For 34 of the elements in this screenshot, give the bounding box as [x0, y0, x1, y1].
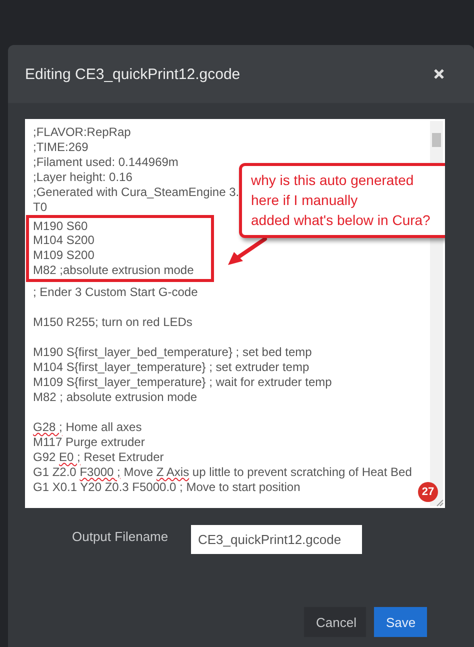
code-line: M117 Purge extruder — [33, 435, 145, 450]
code-editor[interactable] — [25, 119, 445, 508]
resize-grip-icon[interactable] — [434, 497, 444, 507]
code-line: M82 ; absolute extrusion mode — [33, 390, 198, 405]
code-line: M109 S200 — [26, 248, 214, 263]
code-line: ;TIME:269 — [33, 140, 88, 155]
code-line: M109 S{first_layer_temperature} ; wait for extruder temp — [33, 375, 332, 390]
code-line: ;FLAVOR:RepRap — [33, 125, 131, 140]
code-line: M190 S60 — [26, 215, 214, 233]
close-icon[interactable] — [434, 69, 444, 79]
field-label: Output Filename — [72, 529, 170, 544]
callout-text: here if I manually — [251, 191, 359, 210]
code-line: ; Ender 3 Custom Start G-code — [33, 285, 198, 300]
filename-field[interactable]: CE3_quickPrint12.gcode — [191, 525, 362, 554]
scroll-thumb[interactable] — [432, 133, 441, 147]
code-line: M150 R255; turn on red LEDs — [33, 315, 192, 330]
code-line: M190 S{first_layer_bed_temperature} ; set bed temp — [33, 345, 312, 360]
code-line: T0 — [33, 200, 48, 215]
callout-text: why is this auto generated — [251, 171, 415, 190]
callout-text: added what's below in Cura? — [251, 211, 432, 230]
code-line: ;Filament used: 0.144969m — [33, 155, 178, 170]
cancel-button[interactable]: Cancel — [304, 607, 366, 637]
code-line: ;Generated with Cura_SteamEngine 3. — [33, 185, 240, 200]
dialog-title: Editing CE3_quickPrint12.gcode — [25, 66, 240, 82]
code-line: M104 S{first_layer_temperature} ; set extruder temp — [33, 360, 310, 375]
code-line: G92 E0 ; Reset Extruder — [33, 450, 164, 465]
code-line: G1 X0.1 Y20 Z0.3 F5000.0 ; Move to start position — [33, 480, 300, 495]
code-line: G1 Z2.0 F3000 ; Move Z Axis up little to prevent scratching of Heat Bed — [33, 465, 412, 480]
code-line: ;Layer height: 0.16 — [33, 170, 132, 185]
code-line: M82 ;absolute extrusion mode — [26, 263, 214, 282]
save-button[interactable]: Save — [374, 607, 427, 637]
code-line: G28 ; Home all axes — [33, 420, 142, 435]
notification-badge: 27 — [418, 482, 438, 502]
code-line: M104 S200 — [26, 233, 214, 248]
